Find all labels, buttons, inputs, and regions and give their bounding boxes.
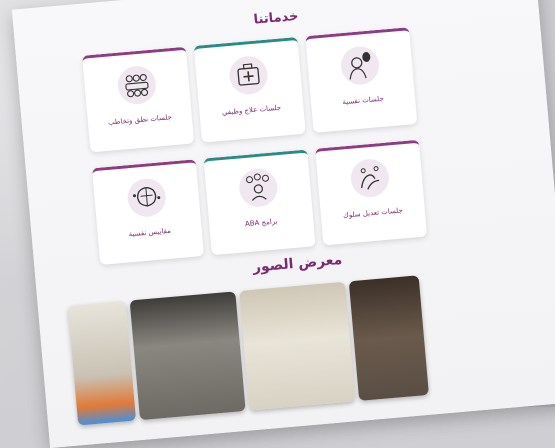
gallery-photo-meeting-room[interactable] [129,291,246,421]
service-card-scales[interactable]: مقاييس نفسية [91,159,205,265]
service-card-psychology[interactable]: جلسات نفسية [305,27,418,133]
brain-circuit-icon [126,177,168,219]
service-card-aba[interactable]: برامج ABA [203,149,316,256]
service-label: جلسات نفسية [342,94,385,107]
psychology-session-icon [339,44,381,87]
page-panel: خدماتنا جلسات نفسية جلسات علاج وظيفي جلس… [11,0,555,448]
service-card-behavior[interactable]: جلسات تعديل سلوك [315,139,428,246]
group-meeting-icon [116,64,158,106]
service-label: مقاييس نفسية [128,226,172,239]
first-aid-kit-icon [227,54,270,96]
service-card-speech[interactable]: جلسات نطق وتخاطب [82,46,195,153]
service-label: برامج ABA [244,217,278,229]
person-network-icon [237,167,279,209]
gallery-photo-reception[interactable] [239,281,356,411]
service-label: جلسات نطق وتخاطب [107,113,173,127]
service-label: جلسات تعديل سلوك [342,206,404,220]
service-label: جلسات علاج وظيفي [221,103,282,117]
service-card-occupational[interactable]: جلسات علاج وظيفي [193,36,306,143]
gallery-photo-lobby[interactable] [348,275,429,401]
behavior-hands-icon [349,157,391,199]
photo-gallery [67,265,548,435]
